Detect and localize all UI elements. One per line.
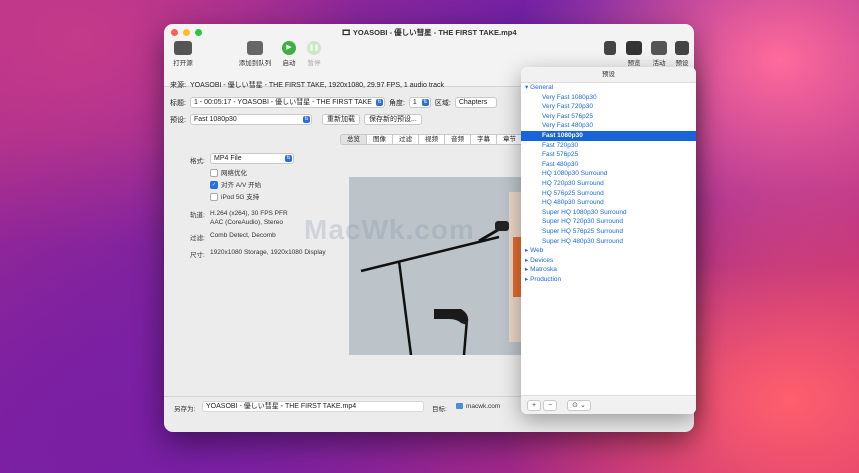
preset-group-production[interactable]: ▸ Production [521,275,696,285]
tab-audio[interactable]: 音频 [445,134,471,145]
destination-label: 目标: [432,406,447,413]
preset-item[interactable]: Super HQ 480p30 Surround [521,237,696,247]
checkbox-unchecked-icon [210,193,218,202]
preset-actions-menu[interactable]: ⊙ ⌄ [567,400,591,411]
tab-dimensions[interactable]: 图像 [367,134,393,145]
ipod-support-checkbox[interactable]: iPod 5G 支持 [210,191,259,202]
presets-toolbar-button[interactable]: 预设 [671,41,693,67]
format-label: 格式: [190,158,205,165]
queue-add-icon [247,41,263,55]
size-info: 1920x1080 Storage, 1920x1080 Display [210,249,326,256]
destination-select[interactable]: macwk.com [456,403,500,410]
tab-filters[interactable]: 过滤 [393,134,419,145]
play-icon: ▶ [282,41,296,55]
preset-item[interactable]: Fast 480p30 [521,160,696,170]
tracks-label: 轨道: [190,212,205,219]
preset-item[interactable]: Very Fast 1080p30 [521,93,696,103]
preset-item[interactable]: Very Fast 480p30 [521,121,696,131]
align-av-checkbox[interactable]: ✓ 对齐 A/V 开始 [210,179,261,190]
tab-chapters[interactable]: 章节 [497,134,523,145]
preset-item[interactable]: Fast 576p25 [521,150,696,160]
format-select[interactable]: MP4 File ⇅ [210,153,294,164]
open-source-button[interactable]: 打开源 [169,41,197,67]
preset-item[interactable]: HQ 1080p30 Surround [521,169,696,179]
title-select[interactable]: 1 - 00:05:17 - YOASOBI - 優しい彗星 - THE FIR… [189,97,385,108]
preset-group-devices[interactable]: ▸ Devices [521,256,696,266]
file-icon: 🎞 [341,28,353,37]
save-as-label: 另存为: [174,406,196,413]
source-row: 来源: YOASOBI - 優しい彗星 - THE FIRST TAKE, 19… [170,82,444,89]
preset-select[interactable]: Fast 1080p30 ⇅ [189,114,312,125]
chevron-updown-icon: ⇅ [285,155,292,162]
checkbox-unchecked-icon [210,169,218,178]
tab-subtitles[interactable]: 字幕 [471,134,497,145]
window-title: 🎞 YOASOBI - 優しい彗星 - THE FIRST TAKE.mp4 [341,28,517,37]
filters-label: 过滤: [190,235,205,242]
add-preset-button[interactable]: + [527,400,541,411]
title-row: 标题: 1 - 00:05:17 - YOASOBI - 優しい彗星 - THE… [170,97,497,108]
settings-tabs: 总览 图像 过滤 视频 音频 字幕 章节 [340,134,523,145]
preview-scene [349,177,521,355]
presets-panel: 预设 ▾ General Very Fast 1080p30 Very Fast… [521,67,696,414]
save-new-preset-button[interactable]: 保存新的预设... [363,114,422,125]
start-button[interactable]: ▶ 启动 [278,41,300,67]
folder-icon [456,403,463,410]
pause-icon: ❚❚ [307,41,321,55]
chevron-updown-icon: ⇅ [302,116,310,123]
activity-button[interactable]: 活动 [647,41,671,67]
save-as-input[interactable]: YOASOBI - 優しい彗星 - THE FIRST TAKE.mp4 [202,401,424,412]
filters-info: Comb Detect, Decomb [210,232,276,239]
preset-item[interactable]: HQ 576p25 Surround [521,189,696,199]
size-label: 尺寸: [190,252,205,259]
chevron-updown-icon: ⇅ [421,99,429,106]
pause-button[interactable]: ❚❚ 暂停 [303,41,325,67]
preset-item[interactable]: Super HQ 1080p30 Surround [521,208,696,218]
reload-preset-button[interactable]: 重新加载 [321,114,360,125]
presets-icon [675,41,689,55]
web-optimized-checkbox[interactable]: 网络优化 [210,167,247,178]
film-clapper-icon [174,41,192,55]
preset-item[interactable]: HQ 720p30 Surround [521,179,696,189]
preset-group-general[interactable]: ▾ General [521,83,696,93]
preset-group-web[interactable]: ▸ Web [521,246,696,256]
chevron-updown-icon: ⇅ [375,99,383,106]
presets-panel-footer: + − ⊙ ⌄ [521,395,696,414]
add-to-queue-button[interactable]: 添加到队列 [236,41,274,67]
preview-button[interactable]: 预览 [622,41,646,67]
presets-list: ▾ General Very Fast 1080p30 Very Fast 72… [521,83,696,284]
preset-item[interactable]: Super HQ 576p25 Surround [521,227,696,237]
preset-item-selected[interactable]: Fast 1080p30 [521,130,696,141]
preset-item[interactable]: Very Fast 576p25 [521,112,696,122]
preview-image [349,177,521,355]
presets-panel-title: 预设 [521,67,696,83]
preset-item[interactable]: Super HQ 720p30 Surround [521,217,696,227]
tab-summary[interactable]: 总览 [340,134,367,145]
tab-video[interactable]: 视频 [419,134,445,145]
preset-group-matroska[interactable]: ▸ Matroska [521,265,696,275]
tracks-info: H.264 (x264), 30 FPS PFR AAC (CoreAudio)… [210,210,288,226]
activity-icon [651,41,667,55]
watermark-logo: MacWk.com [304,214,475,245]
preset-item[interactable]: HQ 480p30 Surround [521,198,696,208]
range-select[interactable]: Chapters [454,97,497,108]
preview-toolbar-button[interactable] [600,41,620,57]
preview-window-icon [604,41,616,55]
preset-item[interactable]: Fast 720p30 [521,141,696,151]
preset-row: 预设: Fast 1080p30 ⇅ 重新加载 保存新的预设... [170,114,422,125]
checkmark-icon: ✓ [210,181,218,190]
preset-item[interactable]: Very Fast 720p30 [521,102,696,112]
remove-preset-button[interactable]: − [543,400,557,411]
source-info: YOASOBI - 優しい彗星 - THE FIRST TAKE, 1920x1… [189,82,444,89]
angle-select[interactable]: 1 ⇅ [408,97,431,108]
tv-icon [626,41,642,55]
